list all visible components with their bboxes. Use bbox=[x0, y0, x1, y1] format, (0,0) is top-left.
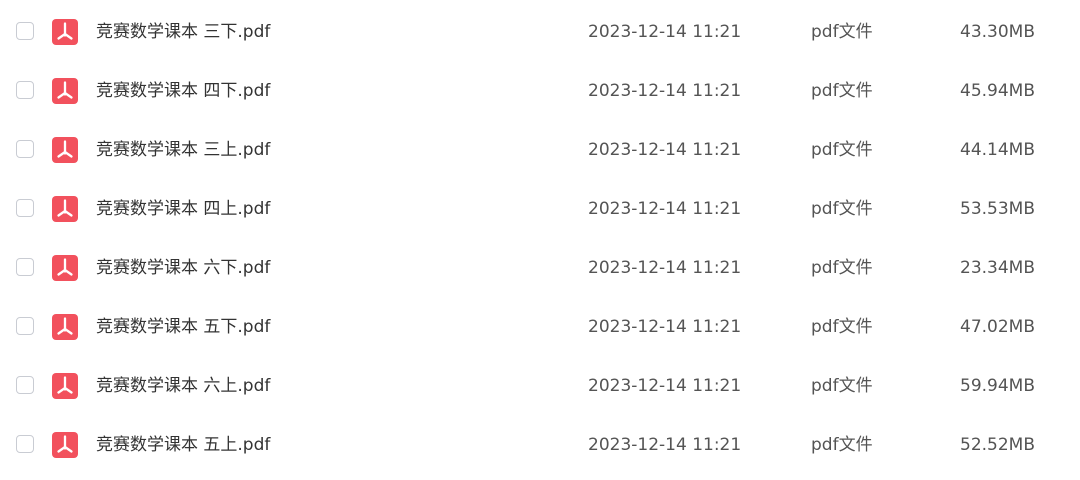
file-type: pdf文件 bbox=[811, 376, 873, 396]
pdf-file-icon bbox=[52, 432, 78, 458]
file-row[interactable]: 竞赛数学课本 四上.pdf 2023-12-14 11:21 pdf文件 53.… bbox=[0, 179, 1080, 238]
file-row[interactable]: 竞赛数学课本 六下.pdf 2023-12-14 11:21 pdf文件 23.… bbox=[0, 238, 1080, 297]
file-size: 59.94MB bbox=[960, 376, 1035, 396]
file-type: pdf文件 bbox=[811, 199, 873, 219]
pdf-file-icon bbox=[52, 373, 78, 399]
file-type: pdf文件 bbox=[811, 22, 873, 42]
file-size: 47.02MB bbox=[960, 317, 1035, 337]
row-checkbox[interactable] bbox=[16, 258, 34, 276]
file-size: 43.30MB bbox=[960, 22, 1035, 42]
file-modified-date: 2023-12-14 11:21 bbox=[588, 140, 742, 160]
file-row[interactable]: 竞赛数学课本 三下.pdf 2023-12-14 11:21 pdf文件 43.… bbox=[0, 2, 1080, 61]
pdf-file-icon bbox=[52, 78, 78, 104]
pdf-file-icon bbox=[52, 19, 78, 45]
row-checkbox[interactable] bbox=[16, 199, 34, 217]
file-type: pdf文件 bbox=[811, 435, 873, 455]
file-row[interactable]: 竞赛数学课本 四下.pdf 2023-12-14 11:21 pdf文件 45.… bbox=[0, 61, 1080, 120]
file-name[interactable]: 竞赛数学课本 三下.pdf bbox=[96, 19, 270, 45]
file-row[interactable]: 竞赛数学课本 五上.pdf 2023-12-14 11:21 pdf文件 52.… bbox=[0, 415, 1080, 474]
pdf-file-icon bbox=[52, 314, 78, 340]
file-name[interactable]: 竞赛数学课本 六下.pdf bbox=[96, 255, 270, 281]
file-modified-date: 2023-12-14 11:21 bbox=[588, 376, 742, 396]
file-type: pdf文件 bbox=[811, 81, 873, 101]
file-size: 52.52MB bbox=[960, 435, 1035, 455]
file-size: 44.14MB bbox=[960, 140, 1035, 160]
file-row[interactable]: 竞赛数学课本 五下.pdf 2023-12-14 11:21 pdf文件 47.… bbox=[0, 297, 1080, 356]
row-checkbox[interactable] bbox=[16, 376, 34, 394]
row-checkbox[interactable] bbox=[16, 81, 34, 99]
file-name[interactable]: 竞赛数学课本 四下.pdf bbox=[96, 78, 270, 104]
row-checkbox[interactable] bbox=[16, 435, 34, 453]
file-name[interactable]: 竞赛数学课本 五上.pdf bbox=[96, 432, 270, 458]
file-list: 竞赛数学课本 三下.pdf 2023-12-14 11:21 pdf文件 43.… bbox=[0, 0, 1080, 480]
row-checkbox[interactable] bbox=[16, 317, 34, 335]
file-name[interactable]: 竞赛数学课本 三上.pdf bbox=[96, 137, 270, 163]
file-size: 53.53MB bbox=[960, 199, 1035, 219]
file-name[interactable]: 竞赛数学课本 五下.pdf bbox=[96, 314, 270, 340]
pdf-file-icon bbox=[52, 137, 78, 163]
file-modified-date: 2023-12-14 11:21 bbox=[588, 435, 742, 455]
file-size: 23.34MB bbox=[960, 258, 1035, 278]
file-type: pdf文件 bbox=[811, 317, 873, 337]
file-row[interactable]: 竞赛数学课本 三上.pdf 2023-12-14 11:21 pdf文件 44.… bbox=[0, 120, 1080, 179]
file-type: pdf文件 bbox=[811, 258, 873, 278]
file-modified-date: 2023-12-14 11:21 bbox=[588, 22, 742, 42]
file-type: pdf文件 bbox=[811, 140, 873, 160]
file-modified-date: 2023-12-14 11:21 bbox=[588, 317, 742, 337]
file-modified-date: 2023-12-14 11:21 bbox=[588, 199, 742, 219]
row-checkbox[interactable] bbox=[16, 22, 34, 40]
row-checkbox[interactable] bbox=[16, 140, 34, 158]
file-name[interactable]: 竞赛数学课本 六上.pdf bbox=[96, 373, 270, 399]
file-row[interactable]: 竞赛数学课本 六上.pdf 2023-12-14 11:21 pdf文件 59.… bbox=[0, 356, 1080, 415]
file-name[interactable]: 竞赛数学课本 四上.pdf bbox=[96, 196, 270, 222]
file-size: 45.94MB bbox=[960, 81, 1035, 101]
pdf-file-icon bbox=[52, 255, 78, 281]
file-modified-date: 2023-12-14 11:21 bbox=[588, 258, 742, 278]
file-modified-date: 2023-12-14 11:21 bbox=[588, 81, 742, 101]
pdf-file-icon bbox=[52, 196, 78, 222]
